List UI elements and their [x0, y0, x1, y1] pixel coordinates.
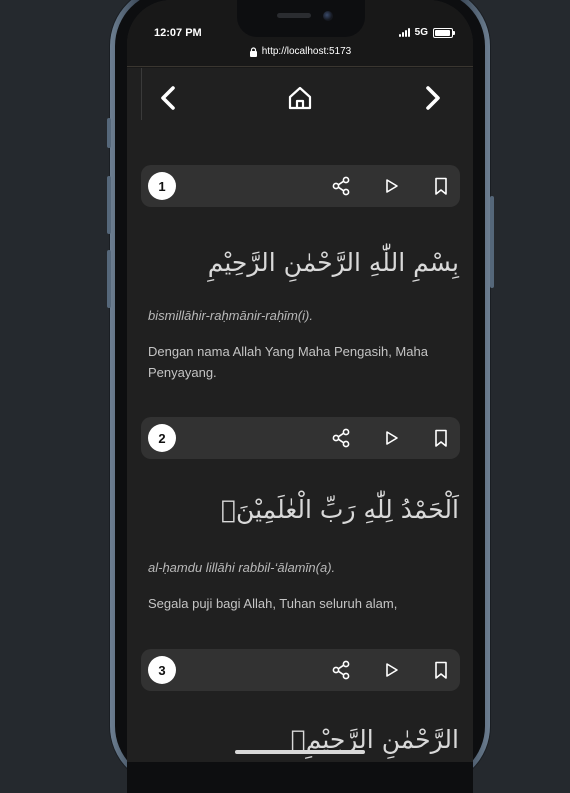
chevron-left-icon	[161, 86, 175, 110]
previous-button[interactable]	[154, 83, 184, 113]
ayah-latin-text: bismillāhir-raḥmānir-raḥīm(i).	[148, 308, 313, 323]
ayah-translation: Dengan nama Allah Yang Maha Pengasih, Ma…	[148, 344, 428, 380]
bottom-bezel	[127, 762, 473, 793]
bookmark-icon[interactable]	[431, 428, 451, 448]
ayah-number-badge: 1	[148, 172, 176, 200]
bookmark-icon[interactable]	[431, 660, 451, 680]
ayah-toolbar: 1	[141, 165, 460, 207]
ayah-translation: Segala puji bagi Allah, Tuhan seluruh al…	[148, 596, 398, 611]
home-icon	[288, 86, 312, 110]
volume-up-button	[107, 176, 111, 234]
ayah-latin-text: al-ḥamdu lillāhi rabbil-‘ālamīn(a).	[148, 560, 336, 575]
home-button[interactable]	[285, 83, 315, 113]
share-icon[interactable]	[331, 660, 351, 680]
front-camera	[323, 11, 333, 21]
power-button	[490, 196, 494, 288]
speaker-grille	[277, 13, 311, 18]
network-type: 5G	[414, 27, 428, 38]
chevron-right-icon	[426, 86, 440, 110]
ayah-arabic-text: اَلْحَمْدُ لِلّٰهِ رَبِّ الْعٰلَمِيْنَۙ	[221, 495, 459, 524]
ayah-arabic-text: بِسْمِ اللّٰهِ الرَّحْمٰنِ الرَّحِيْمِ	[207, 248, 459, 277]
play-icon[interactable]	[381, 428, 401, 448]
status-indicators: 5G	[398, 27, 455, 38]
share-icon[interactable]	[331, 176, 351, 196]
notch	[237, 0, 365, 37]
status-bar: 12:07 PM 5G http://localhost:5173	[127, 0, 473, 68]
surah-navbar	[141, 68, 472, 120]
share-icon[interactable]	[331, 428, 351, 448]
address-bar-divider	[127, 66, 473, 67]
play-icon[interactable]	[381, 660, 401, 680]
ayah-toolbar: 3	[141, 649, 460, 691]
home-indicator[interactable]	[235, 750, 365, 754]
next-button[interactable]	[417, 83, 447, 113]
bookmark-icon[interactable]	[431, 176, 451, 196]
ayah-toolbar: 2	[141, 417, 460, 459]
ayah-number-badge: 2	[148, 424, 176, 452]
mute-switch	[107, 118, 111, 148]
play-icon[interactable]	[381, 176, 401, 196]
address-bar[interactable]: http://localhost:5173	[127, 46, 473, 57]
lock-icon	[249, 46, 257, 57]
phone-screen: 12:07 PM 5G http://localhost:5173 1 بِسْ…	[127, 0, 473, 793]
ayah-number-badge: 3	[148, 656, 176, 684]
battery-icon	[433, 27, 455, 38]
url-text: http://localhost:5173	[261, 46, 352, 57]
signal-icon	[398, 28, 410, 37]
status-time: 12:07 PM	[154, 27, 202, 39]
volume-down-button	[107, 250, 111, 308]
